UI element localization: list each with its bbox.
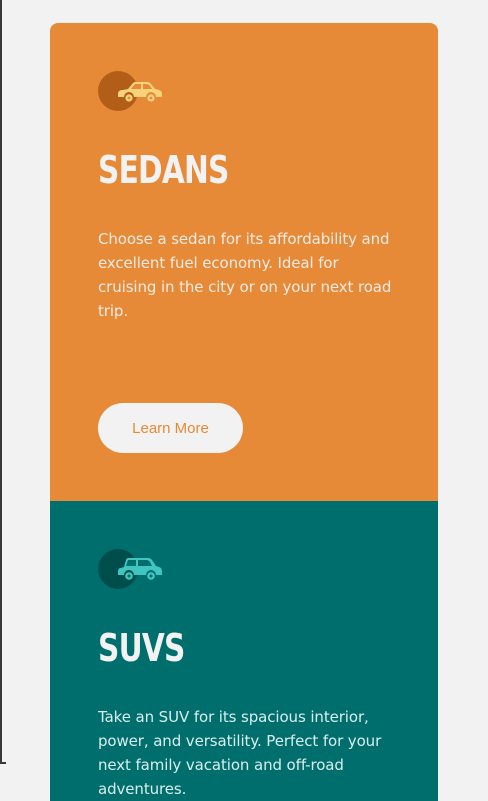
card-title-suvs: SUVS — [98, 626, 185, 670]
car-cards-container: SEDANS Choose a sedan for its affordabil… — [50, 23, 438, 801]
window-edge — [0, 0, 2, 764]
suv-car-icon — [98, 549, 168, 589]
card-description-suvs: Take an SUV for its spacious interior, p… — [98, 708, 382, 798]
suv-icon-graphic — [118, 558, 162, 580]
sedan-car-icon — [98, 71, 168, 111]
learn-more-button[interactable]: Learn More — [98, 403, 243, 453]
card-title-sedans: SEDANS — [98, 148, 229, 192]
sedans-card: SEDANS Choose a sedan for its affordabil… — [50, 23, 438, 501]
card-description-sedans: Choose a sedan for its affordability and… — [98, 230, 392, 320]
suvs-card: SUVS Take an SUV for its spacious interi… — [50, 501, 438, 801]
sedan-icon-graphic — [118, 82, 162, 102]
